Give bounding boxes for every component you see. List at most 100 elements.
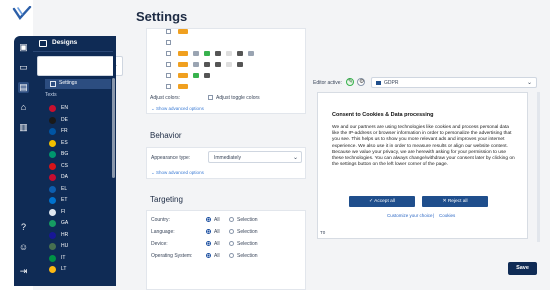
pencil-icon[interactable]: ✎ xyxy=(346,78,354,86)
sidebar-item-lang-en[interactable]: EN xyxy=(49,103,109,113)
radio-all[interactable] xyxy=(206,229,211,234)
reject-all-button[interactable]: ✕ Reject all xyxy=(422,196,488,207)
color-swatch[interactable] xyxy=(215,51,221,56)
sidebar-item-lang-fi[interactable]: FI xyxy=(49,207,109,217)
flag-icon xyxy=(49,185,56,193)
color-swatch[interactable] xyxy=(226,51,232,56)
designs-header-icon xyxy=(39,40,47,47)
color-checkbox[interactable] xyxy=(166,62,171,67)
cookies-link[interactable]: Cookies xyxy=(439,213,455,218)
show-advanced-behavior-link[interactable]: ⌄ Show advanced options xyxy=(151,170,204,176)
color-checkbox[interactable] xyxy=(166,40,171,45)
sidebar-item-label: Settings xyxy=(59,80,78,86)
color-checkbox[interactable] xyxy=(166,73,171,78)
designs-icon[interactable]: ▤ xyxy=(18,82,29,93)
color-swatch[interactable] xyxy=(193,51,199,56)
appearance-type-select[interactable]: Immediately ⌄ xyxy=(208,151,302,163)
radio-selection[interactable] xyxy=(229,229,234,234)
radio-selection[interactable] xyxy=(229,241,234,246)
accept-all-button[interactable]: ✓ Accept all xyxy=(349,196,415,207)
sidebar-item-settings[interactable]: Settings xyxy=(45,79,111,89)
gear-icon[interactable]: ⚙ xyxy=(357,78,365,86)
sidebar-item-lang-da[interactable]: DA xyxy=(49,172,109,182)
sidebar-scrollbar[interactable] xyxy=(112,78,115,178)
radio-selection[interactable] xyxy=(229,217,234,222)
bank-icon[interactable]: ⌂ xyxy=(18,102,29,113)
sidebar-item-lang-cs[interactable]: CS xyxy=(49,161,109,171)
flag-icon xyxy=(49,197,56,204)
lang-code: IT xyxy=(61,254,66,261)
sidebar-item-lang-lt[interactable]: LT xyxy=(49,264,109,274)
logo-icon[interactable] xyxy=(11,6,33,22)
adjust-colors-label: Adjust colors: xyxy=(150,95,181,101)
flag-icon xyxy=(49,162,56,170)
logout-icon[interactable]: ⇥ xyxy=(18,266,29,277)
sidebar-item-lang-it[interactable]: IT xyxy=(49,253,109,263)
designs-header: Designs xyxy=(33,36,116,52)
color-swatch[interactable] xyxy=(193,62,199,67)
color-swatch[interactable] xyxy=(226,62,232,67)
radio-selection[interactable] xyxy=(229,253,234,258)
sidebar-item-lang-ga[interactable]: GA xyxy=(49,218,109,228)
sidebar-item-lang-hr[interactable]: HR xyxy=(49,230,109,240)
lang-code: ES xyxy=(61,139,68,146)
sidebar-item-lang-hu[interactable]: HU xyxy=(49,241,109,251)
flag-icon xyxy=(49,243,56,250)
color-swatch[interactable] xyxy=(193,73,199,78)
help-icon[interactable]: ? xyxy=(18,222,29,233)
radio-all-label: All xyxy=(214,229,220,235)
show-advanced-colors-link[interactable]: ⌄ Show advanced options xyxy=(151,106,204,112)
sidebar-item-texts[interactable]: Texts xyxy=(45,92,57,98)
color-swatch[interactable] xyxy=(204,62,210,67)
folder-icon[interactable]: ▭ xyxy=(18,62,29,73)
flag-icon xyxy=(376,81,381,85)
sidebar-item-lang-fr[interactable]: FR xyxy=(49,126,109,136)
radio-all[interactable] xyxy=(206,217,211,222)
flag-icon xyxy=(49,105,56,112)
save-button[interactable]: Save xyxy=(508,262,537,275)
radio-all-label: All xyxy=(214,217,220,223)
color-swatch[interactable] xyxy=(248,51,254,56)
design-select[interactable]: ⌄ xyxy=(37,56,123,76)
flag-icon xyxy=(49,151,56,158)
color-swatch[interactable] xyxy=(204,73,210,78)
color-swatch[interactable] xyxy=(178,62,188,67)
color-swatch[interactable] xyxy=(178,29,188,34)
behavior-title: Behavior xyxy=(150,131,182,140)
color-swatch[interactable] xyxy=(178,84,188,89)
color-swatch[interactable] xyxy=(178,73,188,78)
color-swatch[interactable] xyxy=(178,51,188,56)
radio-all[interactable] xyxy=(206,241,211,246)
sidebar-item-lang-de[interactable]: DE xyxy=(49,115,109,125)
radio-all[interactable] xyxy=(206,253,211,258)
sidebar-item-lang-el[interactable]: EL xyxy=(49,184,109,194)
lang-code: CS xyxy=(61,162,68,169)
lang-code: EL xyxy=(61,185,68,192)
user-icon[interactable]: ☺ xyxy=(18,242,29,253)
gdpr-select[interactable]: GDPR ⌄ xyxy=(371,77,537,88)
color-swatch[interactable] xyxy=(237,51,243,56)
adjust-toggle-colors-checkbox[interactable] xyxy=(208,95,213,100)
lang-code: DA xyxy=(61,174,68,180)
color-checkbox[interactable] xyxy=(166,29,171,34)
flag-icon xyxy=(49,231,56,239)
sidebar-item-lang-et[interactable]: ET xyxy=(49,195,109,205)
sidebar-item-lang-es[interactable]: ES xyxy=(49,138,109,148)
appearance-type-label: Appearance type: xyxy=(151,155,191,161)
color-checkbox[interactable] xyxy=(166,51,171,56)
link-separator: | xyxy=(433,213,435,218)
color-swatch[interactable] xyxy=(215,62,221,67)
lang-code: ET xyxy=(61,197,68,203)
color-swatch[interactable] xyxy=(237,62,243,67)
color-checkbox[interactable] xyxy=(166,84,171,89)
customize-link[interactable]: Customize your choice xyxy=(387,213,433,218)
appearance-type-value: Immediately xyxy=(214,155,241,161)
chart-icon[interactable]: ▥ xyxy=(18,122,29,133)
preview-scrollbar[interactable] xyxy=(537,92,540,242)
radio-selection-label: Selection xyxy=(237,253,258,259)
rail-nav: ▣ ▭ ▤ ⌂ ▥ ? ☺ ⇥ xyxy=(14,36,33,286)
targeting-label: Operating System: xyxy=(151,253,193,259)
color-swatch[interactable] xyxy=(204,51,210,56)
sidebar-item-lang-bg[interactable]: BG xyxy=(49,149,109,159)
layout-icon[interactable]: ▣ xyxy=(18,42,29,53)
